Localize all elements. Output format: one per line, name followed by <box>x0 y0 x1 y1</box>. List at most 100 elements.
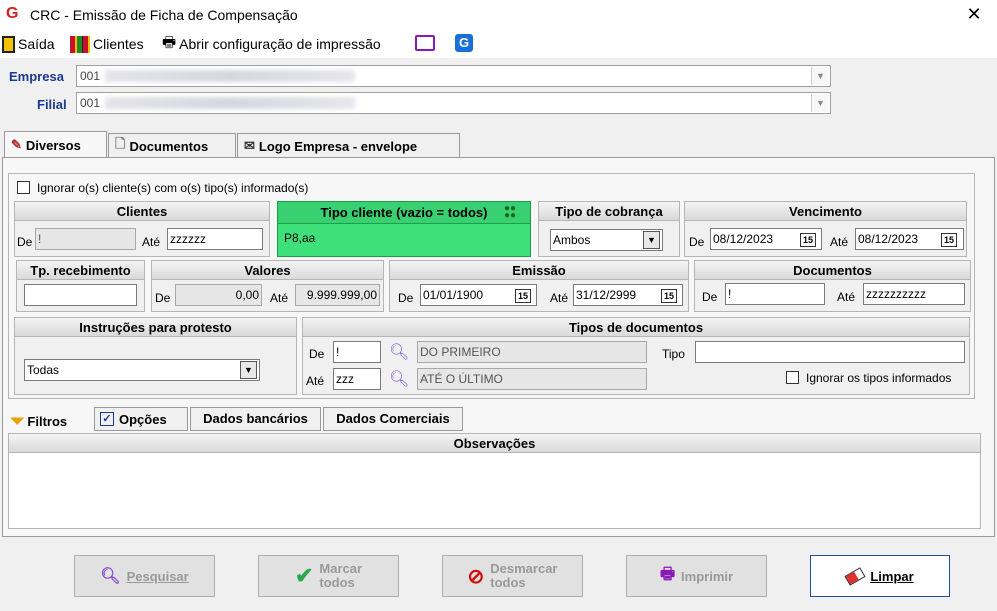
documentos-ate-input[interactable]: zzzzzzzzzz <box>863 283 965 305</box>
valores-ate-input[interactable]: 9.999.999,00 <box>295 284 380 306</box>
exit-label: Saída <box>18 36 55 52</box>
tab-logo-empresa[interactable]: ✉ Logo Empresa - envelope <box>237 133 460 158</box>
group-title: Instruções para protesto <box>15 318 296 337</box>
pencil-icon: ✎ <box>11 137 22 152</box>
brand-g-icon[interactable]: G <box>455 34 473 52</box>
tipo-cliente-input[interactable]: P8,aa <box>281 228 527 252</box>
clientes-ate-input[interactable]: zzzzzz <box>167 228 263 250</box>
filial-select[interactable]: 001 ▼ <box>76 92 831 114</box>
observacoes-textarea[interactable] <box>10 455 979 527</box>
tipos-ate-description: ATÉ O ÚLTIMO <box>417 368 647 390</box>
tab-diversos[interactable]: ✎ Diversos <box>4 131 107 158</box>
exit-button[interactable]: Saída <box>2 34 55 54</box>
calendar-icon[interactable]: 15 <box>800 233 816 247</box>
de-label: De <box>398 291 414 305</box>
subtab-dados-bancarios[interactable]: Dados bancários <box>190 407 321 431</box>
subtab-filtros[interactable]: ⏷ Filtros <box>10 411 67 432</box>
printer-icon: 🖶 <box>162 33 177 51</box>
subtab-opcoes[interactable]: ✓ Opções <box>94 407 188 431</box>
ignore-clients-label: Ignorar o(s) cliente(s) com o(s) tipo(s)… <box>37 181 309 195</box>
clients-button[interactable]: Clientes <box>70 34 144 54</box>
de-label: De <box>309 347 325 361</box>
chevron-down-icon: ▼ <box>811 94 829 112</box>
calendar-icon[interactable]: 15 <box>661 289 677 303</box>
imprimir-button[interactable]: 🖶 Imprimir <box>626 555 767 597</box>
chevron-down-icon[interactable]: ▼ <box>643 231 660 249</box>
button-label-line2: todos <box>319 575 355 590</box>
toolbar: Saída Clientes 🖶 Abrir configuração de i… <box>0 30 997 58</box>
ate-label: Até <box>306 374 325 388</box>
print-config-button[interactable]: 🖶 Abrir configuração de impressão <box>162 34 381 54</box>
empresa-label: Empresa <box>9 69 64 84</box>
search-icon: 🔍︎ <box>100 568 121 585</box>
ate-label: Até <box>837 290 856 304</box>
chevron-down-icon[interactable]: ▼ <box>240 361 257 379</box>
documentos-de-input[interactable]: ! <box>725 283 825 305</box>
monitor-icon[interactable] <box>415 35 435 51</box>
funnel-icon: ⏷ <box>10 411 25 431</box>
group-title: Emissão <box>390 261 688 280</box>
tipo-label: Tipo <box>662 347 685 361</box>
empresa-name-blurred <box>105 70 355 82</box>
close-button[interactable]: ✕ <box>962 3 986 27</box>
ignore-types-label: Ignorar os tipos informados <box>806 371 952 385</box>
button-label: Limpar <box>870 568 914 584</box>
tab-label: Diversos <box>25 137 81 153</box>
eraser-icon <box>844 566 866 586</box>
app-logo-icon: G <box>6 5 19 22</box>
tab-documentos[interactable]: 🗋 Documentos <box>108 133 236 158</box>
valores-de-input[interactable]: 0,00 <box>175 284 262 306</box>
tipos-de-input[interactable]: ! <box>333 341 381 363</box>
checkmark-icon: ✔ <box>294 563 314 588</box>
tipos-ate-input[interactable]: zzz <box>333 368 381 390</box>
group-title: Tipo cliente (vazio = todos) <box>278 202 530 224</box>
no-entry-icon: ⊘ <box>467 565 485 588</box>
ignore-clients-checkbox[interactable] <box>17 181 30 194</box>
tipos-de-description: DO PRIMEIRO <box>417 341 647 363</box>
calendar-icon[interactable]: 15 <box>941 233 957 247</box>
dots-grid-icon[interactable]: ●● ●● <box>504 204 524 221</box>
subtab-label: Opções <box>119 411 167 427</box>
ate-label: Até <box>550 291 569 305</box>
calendar-icon[interactable]: 15 <box>515 289 531 303</box>
search-icon[interactable]: 🔍︎ <box>389 369 409 389</box>
tp-recebimento-input[interactable] <box>24 284 137 306</box>
exit-door-icon <box>2 35 15 53</box>
limpar-button[interactable]: Limpar <box>810 555 950 597</box>
marcar-todos-button[interactable]: ✔ Marcar todos <box>258 555 399 597</box>
desmarcar-todos-button[interactable]: ⊘ Desmarcar todos <box>442 555 583 597</box>
clientes-de-input[interactable]: ! <box>35 228 136 250</box>
search-icon[interactable]: 🔍︎ <box>389 342 409 362</box>
print-config-label: Abrir configuração de impressão <box>179 36 381 52</box>
document-icon: 🗋 <box>115 136 126 151</box>
instrucoes-group: Instruções para protesto <box>14 317 297 395</box>
subtab-dados-comerciais[interactable]: Dados Comerciais <box>323 407 463 431</box>
filial-label: Filial <box>37 97 67 112</box>
group-title: Tipo de cobrança <box>539 202 679 221</box>
button-label-line1: Desmarcar <box>490 561 558 576</box>
filial-code: 001 <box>80 96 101 110</box>
de-label: De <box>17 235 33 249</box>
instrucoes-select[interactable]: Todas <box>24 359 260 381</box>
pesquisar-button[interactable]: 🔍︎ Pesquisar <box>74 555 215 597</box>
checkbox-checked-icon: ✓ <box>100 412 114 426</box>
group-title: Observações <box>9 434 980 453</box>
printer-icon: 🖶 <box>659 565 676 583</box>
envelope-icon: ✉ <box>244 138 255 153</box>
chevron-down-icon: ▼ <box>811 67 829 85</box>
clients-icon <box>70 35 90 53</box>
button-label: Imprimir <box>681 568 734 584</box>
button-label-line2: todos <box>490 575 526 590</box>
ignore-types-checkbox[interactable] <box>786 371 799 384</box>
subtab-label: Filtros <box>27 414 68 429</box>
empresa-select[interactable]: 001 ▼ <box>76 65 831 87</box>
clients-label: Clientes <box>93 36 144 52</box>
tipo-input[interactable] <box>695 341 965 363</box>
group-title: Documentos <box>695 261 970 280</box>
empresa-code: 001 <box>80 69 101 83</box>
ate-label: Até <box>830 235 849 249</box>
ate-label: Até <box>270 291 289 305</box>
tab-label: Logo Empresa - envelope <box>258 138 418 154</box>
button-label-line1: Marcar <box>319 561 363 576</box>
group-title: Tipos de documentos <box>303 318 969 337</box>
